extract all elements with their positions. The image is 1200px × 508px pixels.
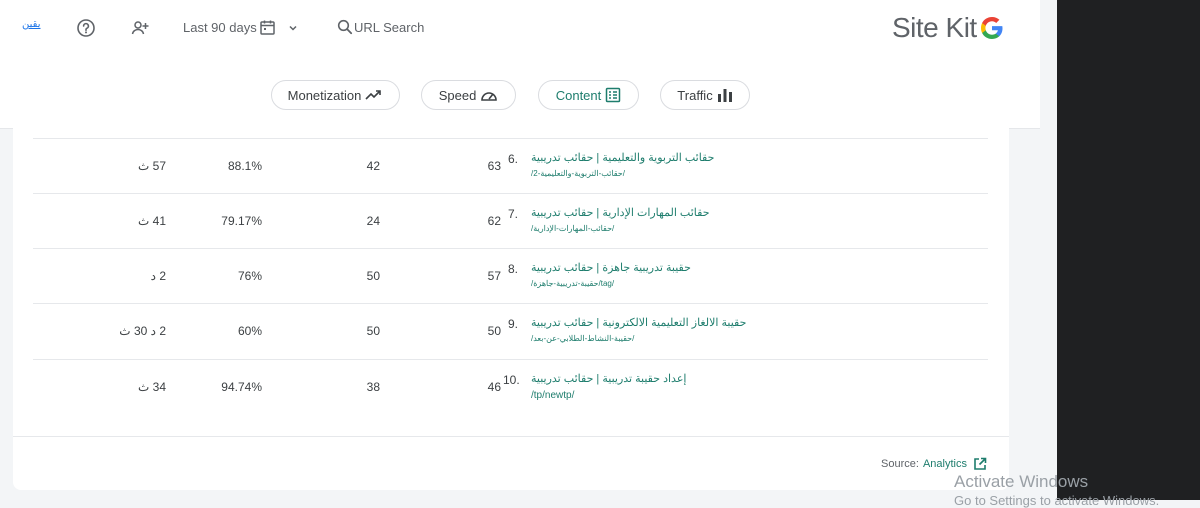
header-toolbar: يقين Last 90 days URL Search Site Kit — [0, 0, 1040, 56]
pageviews: 38 — [366, 380, 380, 394]
pill-label: Speed — [438, 87, 477, 103]
desktop-background — [1057, 0, 1200, 500]
page-path-link[interactable]: /tp/newtp/ — [531, 390, 574, 401]
speedometer-icon — [481, 92, 498, 101]
page-title-link[interactable]: حقيبة تدريبية جاهزة | حقائب تدريبية — [531, 261, 691, 274]
windows-activation-watermark: Activate Windows — [954, 472, 1089, 491]
session-duration: 34 ث — [138, 380, 166, 394]
session-duration: 2 د — [150, 269, 166, 283]
engagement-rate: 60% — [237, 324, 262, 338]
source-footer: Source: Analytics — [881, 457, 987, 471]
nav-pill-speed[interactable]: Speed — [421, 80, 516, 110]
pageviews: 42 — [366, 159, 380, 173]
windows-activation-hint: Go to Settings to activate Windows. — [954, 493, 1160, 508]
google-g-icon — [980, 17, 1003, 39]
nav-pill-traffic[interactable]: Traffic — [660, 80, 750, 110]
url-search-button[interactable]: URL Search — [337, 19, 424, 35]
engagement-rate: 94.74% — [221, 380, 262, 394]
calendar-icon — [259, 20, 275, 35]
trending-up-icon — [365, 90, 382, 100]
nav-pill-content[interactable]: Content — [538, 80, 639, 110]
top-content-table-card: 57 ث 88.1% 42 63 6. حقائب التربوية والتع… — [13, 128, 1009, 490]
page-title-link[interactable]: حقيبة الالغاز التعليمية الالكترونية | حق… — [531, 316, 746, 329]
sessions: 46 — [487, 380, 501, 394]
pageviews: 50 — [366, 324, 380, 338]
list-alt-icon — [606, 87, 621, 103]
sessions: 62 — [487, 214, 501, 228]
nav-pill-monetization[interactable]: Monetization — [271, 80, 400, 110]
session-duration: 41 ث — [138, 214, 166, 228]
pill-label: Traffic — [677, 87, 713, 103]
search-icon — [337, 19, 353, 35]
row-number: 7. — [508, 207, 519, 221]
page-title-link[interactable]: حقائب التربوية والتعليمية | حقائب تدريبي… — [531, 151, 714, 164]
engagement-rate: 88.1% — [227, 159, 262, 173]
user-menu-link[interactable]: يقين — [22, 19, 40, 30]
external-link-icon[interactable] — [973, 457, 987, 471]
table-row: 57 ث 88.1% 42 63 6. حقائب التربوية والتع… — [33, 138, 988, 193]
pageviews: 50 — [366, 269, 380, 283]
logo-text: Site Kit — [892, 12, 977, 43]
session-duration: 2 د 30 ث — [119, 324, 166, 338]
sessions: 50 — [487, 324, 501, 338]
help-icon[interactable] — [76, 18, 96, 38]
page-path-link[interactable]: /حقيبة-النشاط-الطلابي-عن-بعد/ — [531, 334, 634, 343]
table-row: 2 د 30 ث 60% 50 50 9. حقيبة الالغاز التع… — [33, 303, 988, 358]
engagement-rate: 79.17% — [221, 214, 262, 228]
table-row: 41 ث 79.17% 24 62 7. حقائب المهارات الإد… — [33, 193, 988, 248]
analytics-source-link[interactable]: Analytics — [923, 458, 967, 470]
table-row: 34 ث 94.74% 38 46 10. إعداد حقيبة تدريبي… — [33, 359, 988, 414]
engagement-rate: 76% — [237, 269, 262, 283]
row-number: 6. — [508, 152, 519, 166]
pageviews: 24 — [366, 214, 380, 228]
page-title-link[interactable]: حقائب المهارات الإدارية | حقائب تدريبية — [531, 206, 710, 219]
date-range-label: Last 90 days — [183, 20, 257, 35]
page-path-link[interactable]: /حقائب-المهارات-الإدارية/ — [531, 224, 614, 233]
row-number: 10. — [503, 373, 520, 387]
sessions: 63 — [487, 159, 501, 173]
chevron-down-icon — [289, 25, 297, 31]
footer-divider — [13, 436, 1009, 437]
source-label: Source: — [881, 458, 919, 470]
page-path-link[interactable]: /حقائب-التربوية-والتعليمية-2/ — [531, 169, 625, 178]
page-title-link[interactable]: إعداد حقيبة تدريبية | حقائب تدريبية — [531, 372, 686, 385]
row-number: 8. — [508, 262, 519, 276]
site-kit-logo: Site Kit — [892, 12, 1006, 44]
add-user-icon[interactable] — [130, 18, 150, 38]
sessions: 57 — [487, 269, 501, 283]
table-row: 2 د 76% 50 57 8. حقيبة تدريبية جاهزة | ح… — [33, 248, 988, 303]
pill-label: Monetization — [287, 87, 362, 103]
bar-chart-icon — [717, 89, 732, 102]
page-path-link[interactable]: /tag/حقيبة-تدريبية-جاهزة/ — [531, 279, 614, 288]
dashboard-nav-pills: Monetization Speed Content Traffic — [0, 80, 1040, 112]
url-search-label: URL Search — [354, 19, 425, 35]
date-range-selector[interactable]: Last 90 days — [183, 19, 298, 36]
row-number: 9. — [508, 317, 519, 331]
site-kit-header: يقين Last 90 days URL Search Site Kit Mo… — [0, 0, 1040, 129]
session-duration: 57 ث — [138, 159, 166, 173]
pill-label: Content — [555, 87, 602, 103]
